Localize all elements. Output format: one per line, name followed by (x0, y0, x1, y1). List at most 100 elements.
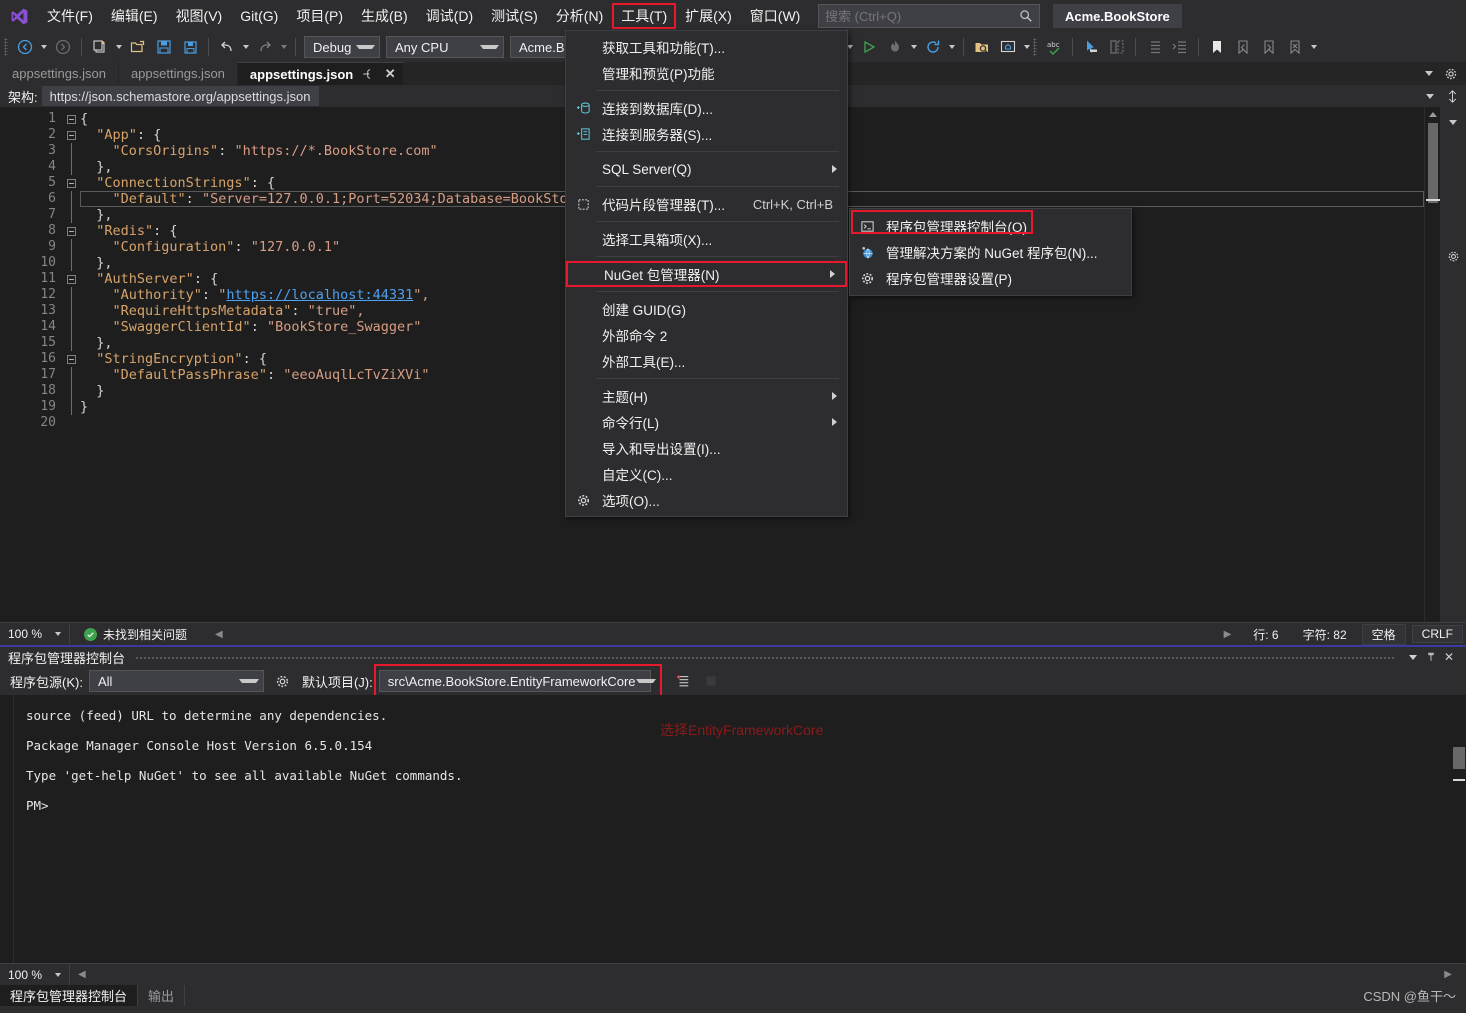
navigate-back-dropdown-icon[interactable] (38, 35, 50, 59)
editor-settings-gear-icon[interactable] (1442, 65, 1460, 83)
menu-analyze[interactable]: 分析(N) (547, 3, 612, 29)
spellcheck-icon[interactable]: abc (1042, 35, 1066, 59)
undo-dropdown-icon[interactable] (240, 35, 252, 59)
increase-indent-icon[interactable] (1168, 35, 1192, 59)
hot-reload-icon[interactable] (883, 35, 907, 59)
fold-toggle-icon[interactable] (62, 271, 80, 287)
toolbar-grip[interactable] (4, 37, 12, 57)
bottom-tab-pmc[interactable]: 程序包管理器控制台 (0, 985, 139, 1006)
scroll-up-icon[interactable] (1425, 107, 1441, 121)
new-project-icon[interactable] (88, 35, 112, 59)
previous-bookmark-icon[interactable] (1231, 35, 1255, 59)
menu-window[interactable]: 窗口(W) (741, 3, 810, 29)
tools-menu-item-4[interactable]: 连接到服务器(S)... (566, 121, 847, 147)
editor-tab-2[interactable]: appsettings.json (118, 62, 238, 85)
menu-file[interactable]: 文件(F) (38, 3, 102, 29)
pmc-console-output[interactable]: source (feed) URL to determine any depen… (0, 695, 1466, 963)
tools-menu-item-19[interactable]: 命令行(L) (566, 409, 847, 435)
restart-icon[interactable] (921, 35, 945, 59)
clear-bookmarks-icon[interactable] (1283, 35, 1307, 59)
rail-dropdown-icon[interactable] (1444, 113, 1462, 131)
rail-settings-icon[interactable] (1444, 247, 1462, 265)
tools-menu-item-10[interactable]: 选择工具箱项(X)... (566, 226, 847, 252)
pmc-pin-icon[interactable] (1422, 648, 1440, 666)
menu-build[interactable]: 生成(B) (352, 3, 417, 29)
save-icon[interactable] (152, 35, 176, 59)
pin-tab-icon[interactable] (358, 65, 376, 83)
tools-menu-item-20[interactable]: 导入和导出设置(I)... (566, 435, 847, 461)
start-debugging-icon[interactable] (857, 35, 881, 59)
menu-extensions[interactable]: 扩展(X) (676, 3, 741, 29)
menu-project[interactable]: 项目(P) (287, 3, 352, 29)
new-project-dropdown-icon[interactable] (113, 35, 125, 59)
pmc-scrollbar-thumb[interactable] (1453, 747, 1465, 769)
redo-dropdown-icon[interactable] (278, 35, 290, 59)
code-folding-gutter[interactable] (62, 107, 80, 622)
pmc-window-menu-icon[interactable] (1404, 648, 1422, 666)
pointer-select-icon[interactable] (1079, 35, 1103, 59)
bottom-tab-output[interactable]: 输出 (138, 985, 186, 1006)
nuget-submenu-item-0[interactable]: 程序包管理器控制台(O) (850, 213, 1131, 239)
preview-window-icon[interactable] (996, 35, 1020, 59)
fold-toggle-icon[interactable] (62, 175, 80, 191)
restart-dropdown-icon[interactable] (946, 35, 958, 59)
tools-menu-item-6[interactable]: SQL Server(Q) (566, 156, 847, 182)
hot-reload-dropdown-icon[interactable] (908, 35, 920, 59)
fold-toggle-icon[interactable] (62, 223, 80, 239)
tools-menu-item-3[interactable]: 连接到数据库(D)... (566, 95, 847, 121)
close-tab-icon[interactable]: ✕ (381, 65, 399, 83)
next-bookmark-icon[interactable] (1257, 35, 1281, 59)
hscroll-left-arrow-icon[interactable]: ◀ (215, 629, 223, 640)
pmc-vertical-scrollbar[interactable] (1452, 695, 1466, 963)
compare-files-icon[interactable] (1105, 35, 1129, 59)
issues-status[interactable]: 未找到相关问题 (70, 626, 187, 643)
fold-toggle-icon[interactable] (62, 111, 80, 127)
pmc-clear-console-icon[interactable] (673, 670, 693, 692)
preview-dropdown-icon[interactable] (1021, 35, 1033, 59)
line-ending-label[interactable]: CRLF (1411, 625, 1463, 643)
editor-tab-3-active[interactable]: appsettings.json ✕ (237, 62, 405, 85)
hscroll-right-arrow-icon[interactable]: ▶ (1214, 629, 1242, 640)
toolbar-overflow-icon[interactable] (1308, 35, 1320, 59)
pmc-close-icon[interactable]: ✕ (1440, 648, 1458, 666)
menu-edit[interactable]: 编辑(E) (102, 3, 167, 29)
tools-menu-item-22[interactable]: 选项(O)... (566, 487, 847, 513)
pmc-default-project-select[interactable]: src\Acme.BookStore.EntityFrameworkCore (378, 670, 656, 692)
toggle-bookmark-icon[interactable] (1205, 35, 1229, 59)
toolbar-grip-2[interactable] (1032, 37, 1041, 57)
solution-platform-combo[interactable]: Any CPU (386, 36, 504, 58)
redo-icon[interactable] (253, 35, 277, 59)
search-box[interactable] (818, 4, 1040, 28)
menu-git[interactable]: Git(G) (231, 3, 287, 29)
pmc-source-select[interactable]: All (88, 670, 264, 692)
decrease-indent-icon[interactable] (1142, 35, 1166, 59)
navigate-back-icon[interactable] (13, 35, 37, 59)
pmc-hscroll-right-icon[interactable]: ▶ (1444, 969, 1466, 980)
editor-tab-1[interactable]: appsettings.json (0, 62, 119, 85)
fold-toggle-icon[interactable] (62, 127, 80, 143)
tools-menu-item-14[interactable]: 创建 GUID(G) (566, 296, 847, 322)
editor-zoom-combo[interactable]: 100 % (0, 623, 70, 645)
solution-configuration-combo[interactable]: Debug (304, 36, 380, 58)
scrollbar-thumb[interactable] (1428, 123, 1438, 203)
indent-mode-label[interactable]: 空格 (1361, 623, 1406, 645)
tools-menu-item-15[interactable]: 外部命令 2 (566, 322, 847, 348)
pmc-settings-gear-icon[interactable] (272, 670, 294, 692)
tools-menu-item-0[interactable]: 获取工具和功能(T)... (566, 34, 847, 60)
pmc-console-prompt[interactable]: PM> (26, 791, 1466, 821)
search-solution-icon[interactable] (970, 35, 994, 59)
nuget-submenu-item-1[interactable]: 管理解决方案的 NuGet 程序包(N)... (850, 239, 1131, 265)
pmc-zoom-combo[interactable]: 100 % (0, 964, 70, 985)
menu-test[interactable]: 测试(S) (482, 3, 547, 29)
fold-toggle-icon[interactable] (62, 351, 80, 367)
tools-menu-item-18[interactable]: 主题(H) (566, 383, 847, 409)
menu-view[interactable]: 视图(V) (167, 3, 232, 29)
undo-icon[interactable] (215, 35, 239, 59)
tools-menu-item-12[interactable]: NuGet 包管理器(N) (566, 261, 847, 287)
schemabar-dropdown-icon[interactable] (1422, 88, 1438, 104)
pmc-stop-icon[interactable] (701, 670, 721, 692)
menu-debug[interactable]: 调试(D) (417, 3, 482, 29)
nuget-submenu-item-2[interactable]: 程序包管理器设置(P) (850, 265, 1131, 291)
tab-list-dropdown-icon[interactable] (1420, 65, 1438, 83)
save-all-icon[interactable] (178, 35, 202, 59)
